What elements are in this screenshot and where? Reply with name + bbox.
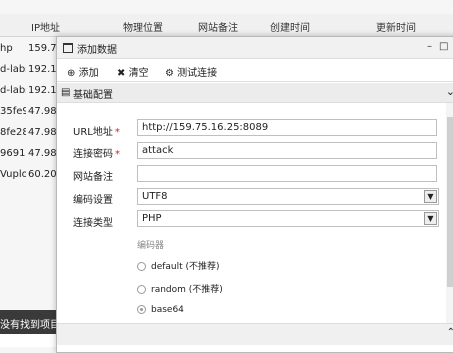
radio-icon[interactable] xyxy=(137,262,146,271)
table-row[interactable]: hp 159.7 xyxy=(0,38,60,59)
encoding-select[interactable]: UTF8 ▼ xyxy=(137,188,439,205)
column-created[interactable]: 创建时间 xyxy=(270,19,310,34)
row-name: d-labs xyxy=(0,85,26,96)
note-label: 网站备注 xyxy=(73,172,113,183)
url-input[interactable] xyxy=(137,119,437,136)
table-row[interactable]: 8fe28 47.98 xyxy=(0,122,60,143)
section-title: 基础配置 xyxy=(73,90,113,101)
chevron-down-icon[interactable]: ▼ xyxy=(424,212,437,225)
chevron-down-icon[interactable]: ▼ xyxy=(424,190,437,203)
row-name: d-labs xyxy=(0,64,26,75)
row-name: hp xyxy=(0,43,13,54)
radio-icon[interactable] xyxy=(137,285,146,294)
password-input[interactable] xyxy=(137,142,437,159)
table-row[interactable]: 35fe9 47.98 xyxy=(0,101,60,122)
close-icon: ✖ xyxy=(117,68,126,79)
add-button-label: 添加 xyxy=(78,68,99,79)
encoder-option-base64[interactable]: base64 xyxy=(137,305,184,315)
test-connection-label: 测试连接 xyxy=(177,68,218,79)
test-connection-button[interactable]: ⚙ 测试连接 xyxy=(165,64,217,79)
chevron-up-icon[interactable]: ⌃ xyxy=(447,327,453,338)
section-header[interactable]: ▤ 基础配置 ⌄ xyxy=(57,83,453,103)
dialog-toolbar: ⊕ 添加 ✖ 清空 ⚙ 测试连接 xyxy=(57,59,453,82)
maximize-button[interactable]: □ xyxy=(439,41,448,52)
row-name: Vuploa xyxy=(0,169,26,180)
encoding-value: UTF8 xyxy=(142,191,168,202)
table-header: IP地址 物理位置 网站备注 创建时间 更新时间 xyxy=(0,14,453,37)
document-icon: ▤ xyxy=(61,87,71,98)
encoder-option-default[interactable]: default (不推荐) xyxy=(137,259,220,272)
table-row[interactable]: d-labs192.1 xyxy=(0,80,60,101)
password-label: 连接密码 * xyxy=(73,149,120,160)
column-updated[interactable]: 更新时间 xyxy=(376,19,416,34)
collapsed-section[interactable]: ⌃ xyxy=(57,323,453,345)
url-label: URL地址 * xyxy=(73,127,120,138)
dialog-titlebar[interactable]: 添加数据 – □ xyxy=(57,37,453,59)
row-name: 8fe28 xyxy=(0,127,26,138)
plus-circle-icon: ⊕ xyxy=(67,68,76,79)
scrollbar-thumb[interactable] xyxy=(447,117,453,287)
add-data-dialog: 添加数据 – □ ⊕ 添加 ✖ 清空 ⚙ 测试连接 ▤ 基础配置 ⌄ URL地址… xyxy=(56,36,453,353)
window-icon xyxy=(63,43,73,53)
encoding-label: 编码设置 xyxy=(73,195,113,206)
table-row[interactable]: d-labs192.1 xyxy=(0,59,60,80)
radio-selected-icon[interactable] xyxy=(137,305,146,314)
encoder-option-label: default (不推荐) xyxy=(151,262,220,272)
minimize-button[interactable]: – xyxy=(427,41,432,52)
column-location[interactable]: 物理位置 xyxy=(123,19,163,34)
clear-button-label: 清空 xyxy=(128,68,149,79)
spinner-icon: ⚙ xyxy=(165,68,174,79)
row-name: 35fe9 xyxy=(0,106,26,117)
chevron-down-icon[interactable]: ⌄ xyxy=(446,85,453,98)
type-label: 连接类型 xyxy=(73,218,113,229)
add-button[interactable]: ⊕ 添加 xyxy=(67,64,99,79)
encoder-option-label: base64 xyxy=(151,305,184,315)
table-row[interactable]: 9691447.98 xyxy=(0,143,60,164)
note-input[interactable] xyxy=(137,165,437,182)
type-value: PHP xyxy=(142,213,162,224)
encoder-option-random[interactable]: random (不推荐) xyxy=(137,282,223,295)
column-note[interactable]: 网站备注 xyxy=(198,19,238,34)
empty-notice-text: 没有找到项目 xyxy=(0,320,60,331)
table-row[interactable]: Vuploa60.20 xyxy=(0,164,60,185)
type-select[interactable]: PHP ▼ xyxy=(137,210,439,227)
dialog-title: 添加数据 xyxy=(77,45,117,56)
vertical-scrollbar[interactable] xyxy=(446,103,453,325)
encoder-option-label: random (不推荐) xyxy=(151,285,223,295)
row-name: 96914 xyxy=(0,148,26,159)
encoder-title: 编码器 xyxy=(137,241,165,251)
clear-button[interactable]: ✖ 清空 xyxy=(117,64,149,79)
column-ip[interactable]: IP地址 xyxy=(31,19,60,34)
